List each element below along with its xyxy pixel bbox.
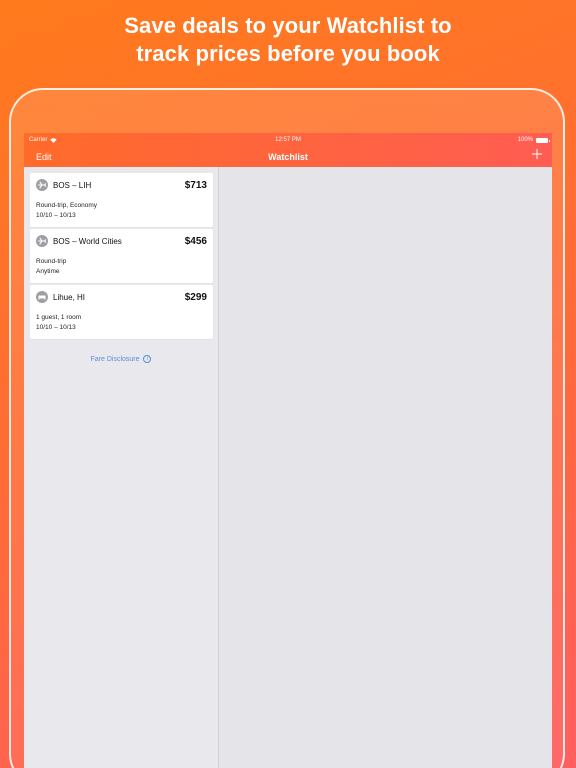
promo-headline: Save deals to your Watchlist to track pr… — [0, 12, 576, 68]
watchlist-item-title: BOS – LIH — [53, 181, 92, 190]
fare-disclosure-link[interactable]: Fare Disclosure i — [24, 355, 218, 363]
watchlist-item-price: $299 — [184, 292, 207, 303]
fare-disclosure-label: Fare Disclosure — [90, 355, 140, 363]
watchlist-item-dates: 10/10 – 10/13 — [36, 324, 76, 331]
battery-icon — [536, 137, 550, 143]
watchlist-item-price: $456 — [184, 236, 207, 247]
plus-icon[interactable] — [530, 147, 544, 161]
watchlist-item-dates: Anytime — [36, 268, 60, 275]
page-title: Watchlist — [268, 152, 308, 162]
watchlist-item-dates: 10/10 – 10/13 — [36, 212, 76, 219]
detail-panel — [219, 167, 552, 768]
flight-icon — [36, 235, 48, 247]
watchlist-item-detail: Round-trip — [36, 258, 67, 265]
watchlist-item[interactable]: BOS – World Cities $456 Round-trip Anyti… — [30, 229, 213, 283]
flight-icon — [36, 179, 48, 191]
status-time: 12:57 PM — [275, 137, 301, 143]
status-bar: Carrier 12:57 PM 100% — [24, 135, 552, 147]
watchlist-item-title: Lihue, HI — [53, 293, 86, 302]
app-screen: Carrier 12:57 PM 100% Edit Watchlist BOS… — [24, 133, 552, 768]
watchlist-item-detail: 1 guest, 1 room — [36, 314, 82, 321]
watchlist-item-price: $713 — [184, 180, 207, 191]
watchlist-item-title: BOS – World Cities — [53, 237, 122, 246]
watchlist-panel: BOS – LIH $713 Round-trip, Economy 10/10… — [24, 167, 219, 768]
status-right: 100% — [517, 137, 550, 143]
info-icon: i — [143, 355, 152, 363]
promo-headline-line2: track prices before you book — [136, 41, 440, 66]
battery-percent: 100% — [517, 137, 533, 143]
watchlist-item-detail: Round-trip, Economy — [36, 202, 98, 209]
navigation-bar: Carrier 12:57 PM 100% Edit Watchlist — [24, 133, 552, 167]
hotel-icon — [36, 291, 48, 303]
promo-headline-line1: Save deals to your Watchlist to — [124, 13, 452, 38]
watchlist-item[interactable]: BOS – LIH $713 Round-trip, Economy 10/10… — [30, 173, 213, 227]
watchlist-item[interactable]: Lihue, HI $299 1 guest, 1 room 10/10 – 1… — [30, 285, 213, 339]
